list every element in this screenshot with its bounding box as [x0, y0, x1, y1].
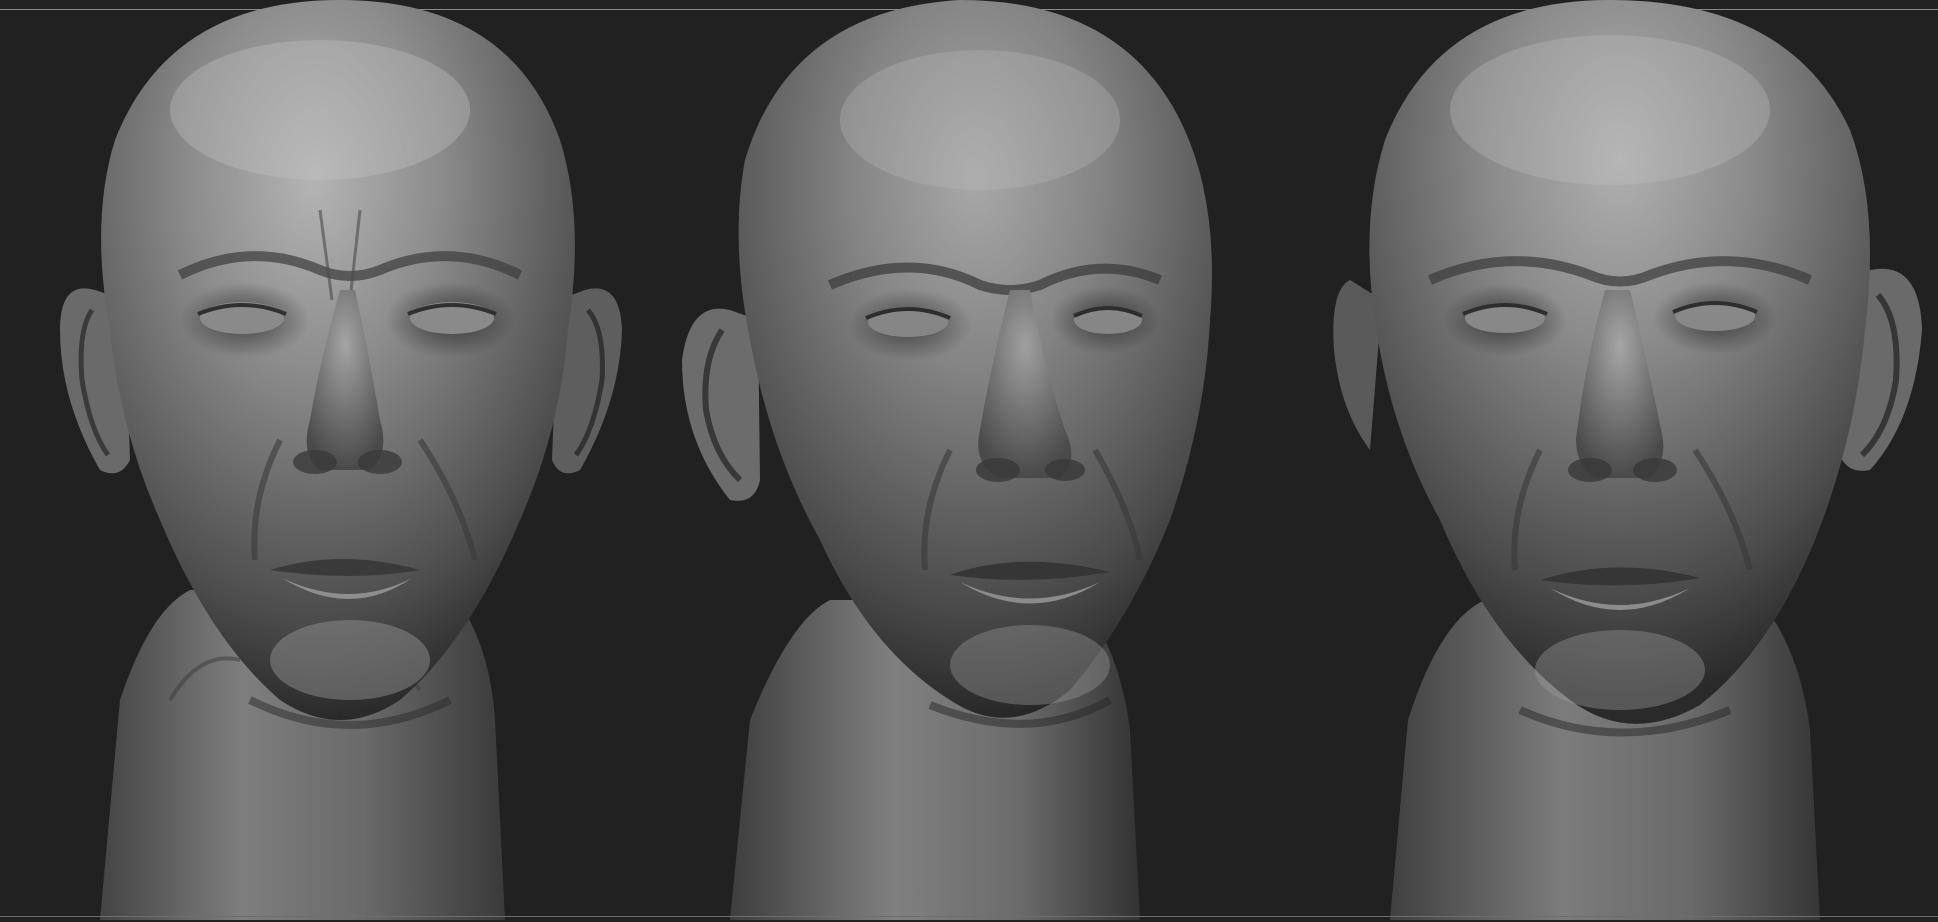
head-render-three-quarter	[660, 0, 1280, 922]
head-render-front-alt	[1310, 0, 1938, 922]
frame-bottom-line	[0, 916, 1938, 917]
render-viewport	[0, 0, 1938, 922]
head-render-front	[20, 0, 640, 922]
